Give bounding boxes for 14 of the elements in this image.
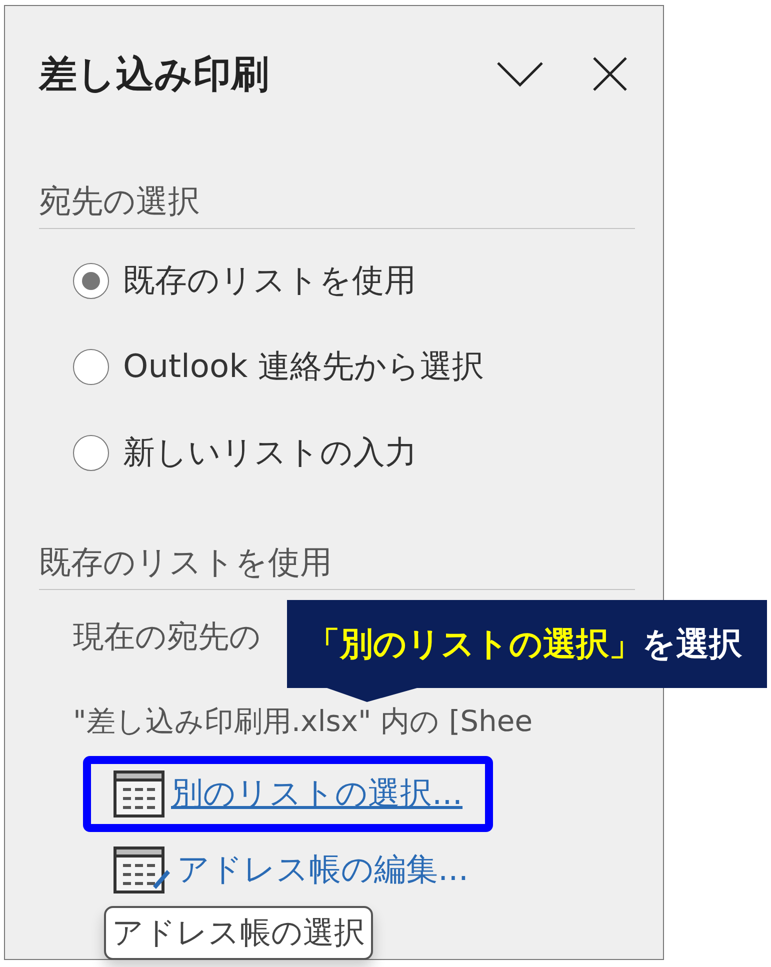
link[interactable]: アドレス帳の編集... [177,848,469,892]
option-label[interactable]: 既存のリストを使用 [123,259,416,303]
option-label[interactable]: 新しいリストの入力 [123,431,417,475]
radio-button[interactable] [73,435,109,471]
link[interactable]: 別のリストの選択... [171,772,463,816]
pane-title: 差し込み印刷 [39,50,270,98]
tooltip: アドレス帳の選択 [104,906,373,960]
section-heading: 既存のリストを使用 [39,515,635,590]
section-heading: 宛先の選択 [39,142,635,229]
recipient-info-text: "差し込み印刷用.xlsx" 内の [Shee [73,703,533,740]
option-label[interactable]: Outlook 連絡先から選択 [123,345,484,389]
radio-button[interactable] [73,263,109,299]
radio-button[interactable] [73,349,109,385]
recipient-info-text: 現在の宛先の [73,618,261,657]
